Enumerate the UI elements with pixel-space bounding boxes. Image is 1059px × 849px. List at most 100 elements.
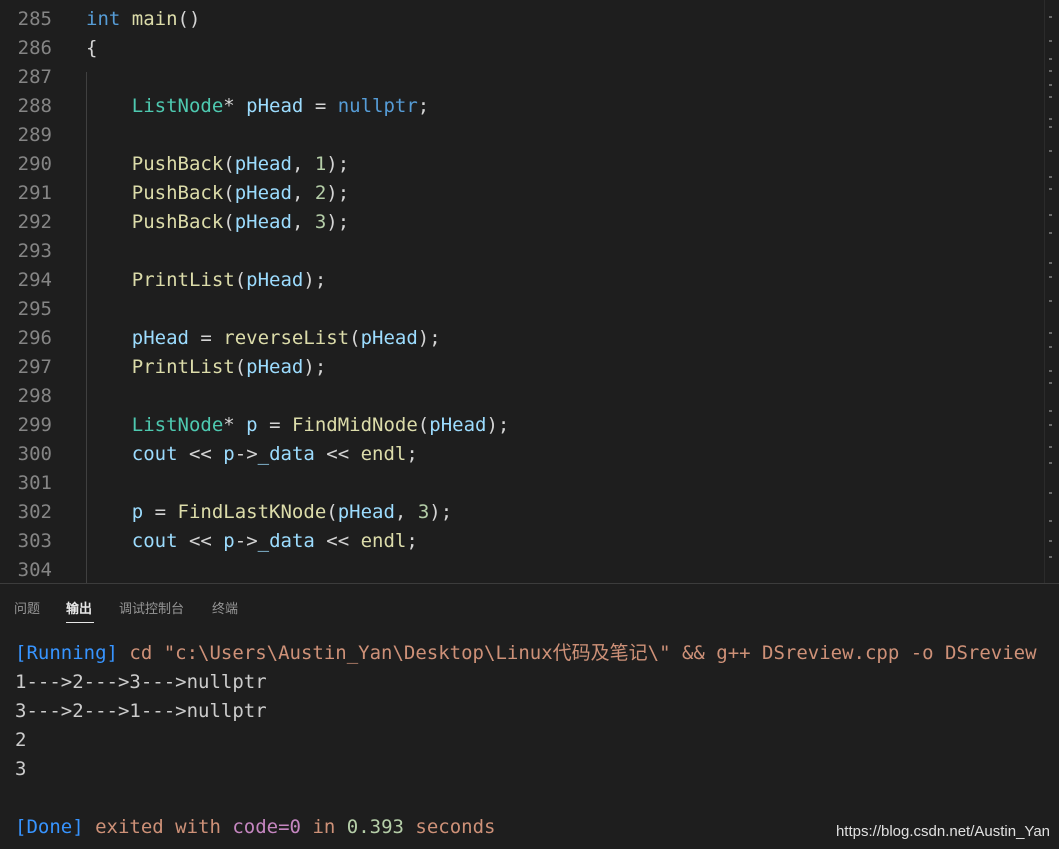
code-line[interactable]: 288 ListNode* pHead = nullptr; bbox=[0, 92, 1045, 121]
code-line[interactable]: 304 bbox=[0, 556, 1045, 583]
minimap-mark bbox=[1049, 58, 1052, 60]
tab-problems[interactable]: 问题 bbox=[14, 598, 40, 617]
output-token: 3--->2--->1--->nullptr bbox=[15, 700, 267, 722]
code-line[interactable]: 302 p = FindLastKNode(pHead, 3); bbox=[0, 498, 1045, 527]
code-line[interactable]: 301 bbox=[0, 469, 1045, 498]
line-number: 301 bbox=[17, 472, 52, 494]
output-token: code=0 bbox=[232, 816, 301, 838]
code-line[interactable]: 287 bbox=[0, 63, 1045, 92]
code-token: ( bbox=[223, 182, 235, 204]
code-line[interactable]: 289 bbox=[0, 121, 1045, 150]
code-line[interactable]: 295 bbox=[0, 295, 1045, 324]
code-line[interactable]: 300 cout << p->_data << endl; bbox=[0, 440, 1045, 469]
code-token: * bbox=[223, 95, 247, 117]
code-token: ( bbox=[223, 211, 235, 233]
code-line[interactable]: 298 bbox=[0, 382, 1045, 411]
code-line[interactable]: 291 PushBack(pHead, 2); bbox=[0, 179, 1045, 208]
code-token: cout bbox=[131, 443, 178, 465]
code-token: PushBack bbox=[131, 153, 224, 175]
code-text: int main() bbox=[86, 5, 200, 34]
code-token: pHead bbox=[234, 153, 292, 175]
tab-debug-console[interactable]: 调试控制台 bbox=[119, 598, 184, 617]
line-number: 294 bbox=[17, 269, 52, 291]
code-token: ); bbox=[326, 153, 350, 175]
code-line[interactable]: 303 cout << p->_data << endl; bbox=[0, 527, 1045, 556]
code-token: PrintList bbox=[131, 356, 235, 378]
minimap-mark bbox=[1049, 214, 1052, 216]
minimap-mark bbox=[1049, 150, 1052, 152]
code-token: pHead bbox=[234, 211, 292, 233]
code-token: -> bbox=[234, 443, 258, 465]
code-token: 2 bbox=[314, 182, 327, 204]
code-token: , bbox=[291, 153, 315, 175]
code-line[interactable]: 286 { bbox=[0, 34, 1045, 63]
code-line[interactable]: 297 PrintList(pHead); bbox=[0, 353, 1045, 382]
code-token: ; bbox=[417, 95, 430, 117]
output-line: 3 bbox=[15, 755, 26, 784]
code-token: ( bbox=[326, 501, 338, 523]
line-number: 285 bbox=[17, 8, 52, 30]
code-line[interactable]: 294 PrintList(pHead); bbox=[0, 266, 1045, 295]
output-token: 2 bbox=[15, 729, 27, 751]
output-token: [Done] bbox=[15, 816, 84, 838]
indent-guide bbox=[86, 72, 87, 583]
line-number: 292 bbox=[17, 211, 52, 233]
code-token: * bbox=[223, 414, 247, 436]
code-token: << bbox=[177, 443, 224, 465]
code-token: pHead bbox=[429, 414, 487, 436]
code-text: PushBack(pHead, 1); bbox=[86, 150, 349, 179]
line-number: 302 bbox=[17, 501, 52, 523]
line-number: 291 bbox=[17, 182, 52, 204]
code-token: ); bbox=[429, 501, 453, 523]
line-number: 293 bbox=[17, 240, 52, 262]
minimap-mark bbox=[1049, 126, 1052, 128]
minimap-scrollbar[interactable] bbox=[1044, 0, 1059, 583]
code-text: p = FindLastKNode(pHead, 3); bbox=[86, 498, 452, 527]
code-text: ListNode* p = FindMidNode(pHead); bbox=[86, 411, 510, 440]
code-line[interactable]: 290 PushBack(pHead, 1); bbox=[0, 150, 1045, 179]
code-token: reverseList bbox=[223, 327, 350, 349]
minimap-mark bbox=[1049, 332, 1052, 334]
code-line[interactable]: 293 bbox=[0, 237, 1045, 266]
code-token: _data bbox=[257, 530, 315, 552]
output-token: [Running] bbox=[15, 642, 118, 664]
code-line[interactable]: 285 int main() bbox=[0, 5, 1045, 34]
code-token: , bbox=[291, 211, 315, 233]
minimap-mark bbox=[1049, 84, 1052, 86]
output-panel[interactable]: [Running] cd "c:\Users\Austin_Yan\Deskto… bbox=[0, 628, 1059, 849]
code-token: ); bbox=[486, 414, 510, 436]
code-token: << bbox=[177, 530, 224, 552]
code-token: endl bbox=[360, 443, 407, 465]
minimap-mark bbox=[1049, 70, 1052, 72]
tab-terminal[interactable]: 终端 bbox=[212, 598, 238, 617]
code-text: PrintList(pHead); bbox=[86, 353, 327, 382]
code-line[interactable]: 296 pHead = reverseList(pHead); bbox=[0, 324, 1045, 353]
minimap-mark bbox=[1049, 276, 1052, 278]
code-token: = bbox=[257, 414, 292, 436]
code-line[interactable]: 292 PushBack(pHead, 3); bbox=[0, 208, 1045, 237]
line-number: 297 bbox=[17, 356, 52, 378]
line-number: 286 bbox=[17, 37, 52, 59]
code-token: { bbox=[86, 37, 98, 59]
line-number: 290 bbox=[17, 153, 52, 175]
output-token: 0.393 bbox=[346, 816, 404, 838]
code-token: ); bbox=[326, 211, 350, 233]
tab-output[interactable]: 输出 bbox=[66, 598, 92, 617]
line-number: 299 bbox=[17, 414, 52, 436]
minimap-mark bbox=[1049, 382, 1052, 384]
code-line[interactable]: 299 ListNode* p = FindMidNode(pHead); bbox=[0, 411, 1045, 440]
line-number: 287 bbox=[17, 66, 52, 88]
code-token: main bbox=[131, 8, 178, 30]
minimap-mark bbox=[1049, 492, 1052, 494]
code-token: = bbox=[143, 501, 178, 523]
code-editor[interactable]: 285 int main() 286 {287 288 ListNode* pHead … bbox=[0, 0, 1059, 583]
line-number: 303 bbox=[17, 530, 52, 552]
